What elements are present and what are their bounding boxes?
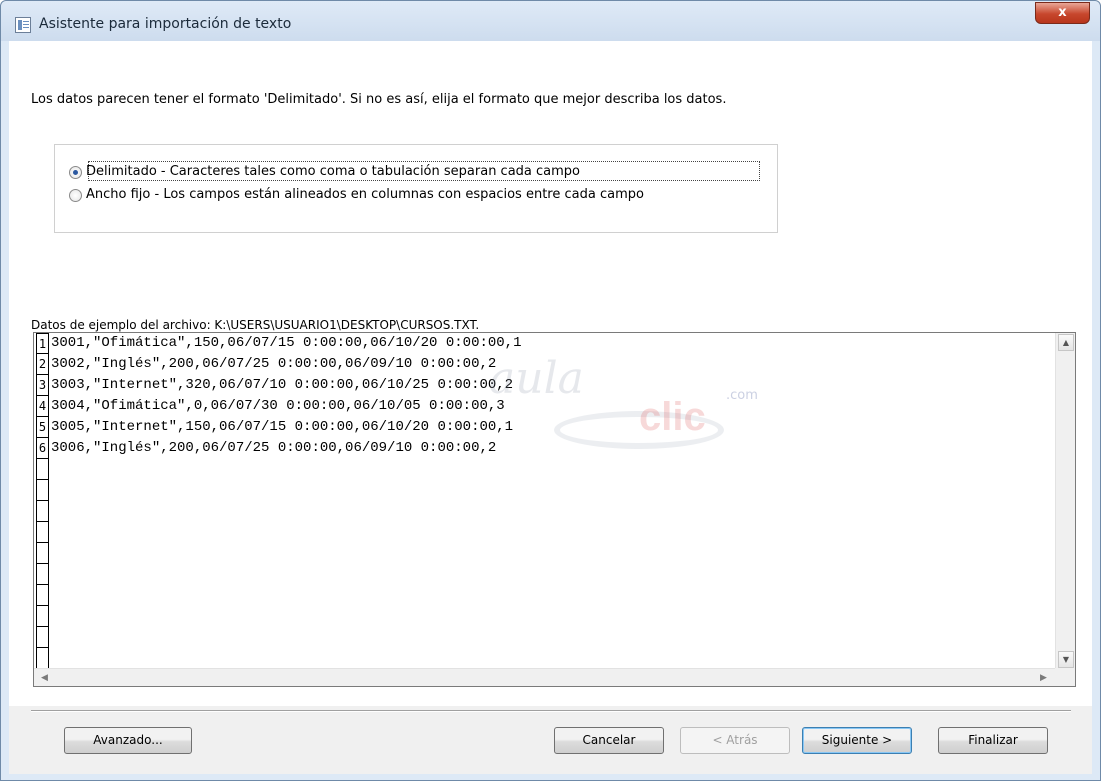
- arrow-down-icon[interactable]: ▼: [1058, 651, 1074, 668]
- row-number: [36, 585, 49, 606]
- title-bar: Asistente para importación de texto x: [1, 1, 1100, 41]
- table-row: 4 3004,"Ofimática",0,06/07/30 0:00:00,06/…: [34, 396, 1056, 417]
- row-number: [36, 627, 49, 648]
- table-import-icon: [15, 17, 31, 33]
- row-number: [36, 648, 49, 669]
- arrow-up-icon[interactable]: ▲: [1058, 334, 1074, 351]
- table-row: 2 3002,"Inglés",200,06/07/25 0:00:00,06/0…: [34, 354, 1056, 375]
- radio-label-fixed-width: Ancho fijo - Los campos están alineados …: [86, 187, 644, 202]
- next-button[interactable]: Siguiente >: [802, 727, 912, 754]
- cancel-button[interactable]: Cancelar: [554, 727, 664, 754]
- row-text: 3001,"Ofimática",150,06/07/15 0:00:00,06…: [51, 335, 522, 351]
- table-row: [34, 480, 1056, 501]
- row-number: [36, 459, 49, 480]
- row-number: [36, 501, 49, 522]
- arrow-left-icon[interactable]: ◀: [36, 670, 53, 686]
- row-number: 1: [36, 333, 49, 354]
- row-number: 5: [36, 417, 49, 438]
- row-number: [36, 480, 49, 501]
- row-text: 3002,"Inglés",200,06/07/25 0:00:00,06/09…: [51, 356, 497, 372]
- preview-rows: 1 3001,"Ofimática",150,06/07/15 0:00:00,0…: [34, 333, 1056, 669]
- table-row: 5 3005,"Internet",150,06/07/15 0:00:00,06…: [34, 417, 1056, 438]
- sample-data-label: Datos de ejemplo del archivo: K:\USERS\U…: [31, 318, 480, 332]
- separator-line: [31, 710, 1071, 712]
- radio-delimited[interactable]: Delimitado - Caracteres tales como coma …: [69, 163, 580, 181]
- radio-button-fixed-width[interactable]: [69, 188, 82, 202]
- table-row: [34, 648, 1056, 669]
- row-number: [36, 606, 49, 627]
- finish-button[interactable]: Finalizar: [938, 727, 1048, 754]
- dialog-client-area: Los datos parecen tener el formato 'Deli…: [9, 41, 1092, 774]
- table-row: [34, 459, 1056, 480]
- radio-label-delimited: Delimitado - Caracteres tales como coma …: [86, 164, 581, 179]
- back-button[interactable]: < Atrás: [680, 727, 790, 754]
- table-row: [34, 627, 1056, 648]
- horizontal-scrollbar[interactable]: ◀ ▶: [34, 668, 1056, 686]
- sample-data-preview[interactable]: 1 3001,"Ofimática",150,06/07/15 0:00:00,0…: [33, 332, 1076, 687]
- row-number: [36, 564, 49, 585]
- row-text: 3005,"Internet",150,06/07/15 0:00:00,06/…: [51, 419, 514, 435]
- close-button[interactable]: x: [1035, 2, 1090, 24]
- table-row: 6 3006,"Inglés",200,06/07/25 0:00:00,06/0…: [34, 438, 1056, 459]
- row-text: 3004,"Ofimática",0,06/07/30 0:00:00,06/1…: [51, 398, 505, 414]
- row-text: 3006,"Inglés",200,06/07/25 0:00:00,06/09…: [51, 440, 497, 456]
- row-number: 6: [36, 438, 49, 459]
- table-row: [34, 522, 1056, 543]
- close-icon: x: [1058, 5, 1067, 20]
- intro-text: Los datos parecen tener el formato 'Deli…: [31, 92, 727, 107]
- row-number: 4: [36, 396, 49, 417]
- scrollbar-corner: [1055, 668, 1075, 686]
- import-wizard-window: Asistente para importación de texto x Lo…: [0, 0, 1101, 781]
- row-text: 3003,"Internet",320,06/07/10 0:00:00,06/…: [51, 377, 514, 393]
- table-row: 3 3003,"Internet",320,06/07/10 0:00:00,06…: [34, 375, 1056, 396]
- table-row: [34, 501, 1056, 522]
- table-row: [34, 606, 1056, 627]
- row-number: [36, 543, 49, 564]
- table-row: [34, 585, 1056, 606]
- radio-fixed-width[interactable]: Ancho fijo - Los campos están alineados …: [69, 186, 644, 204]
- radio-button-delimited[interactable]: [69, 165, 82, 179]
- row-number: 3: [36, 375, 49, 396]
- table-row: [34, 543, 1056, 564]
- window-title: Asistente para importación de texto: [39, 16, 292, 32]
- row-number: [36, 522, 49, 543]
- advanced-button[interactable]: Avanzado...: [64, 727, 192, 754]
- table-row: 1 3001,"Ofimática",150,06/07/15 0:00:00,0…: [34, 333, 1056, 354]
- arrow-right-icon[interactable]: ▶: [1035, 670, 1052, 686]
- table-row: [34, 564, 1056, 585]
- row-number: 2: [36, 354, 49, 375]
- vertical-scrollbar[interactable]: ▲ ▼: [1055, 333, 1075, 669]
